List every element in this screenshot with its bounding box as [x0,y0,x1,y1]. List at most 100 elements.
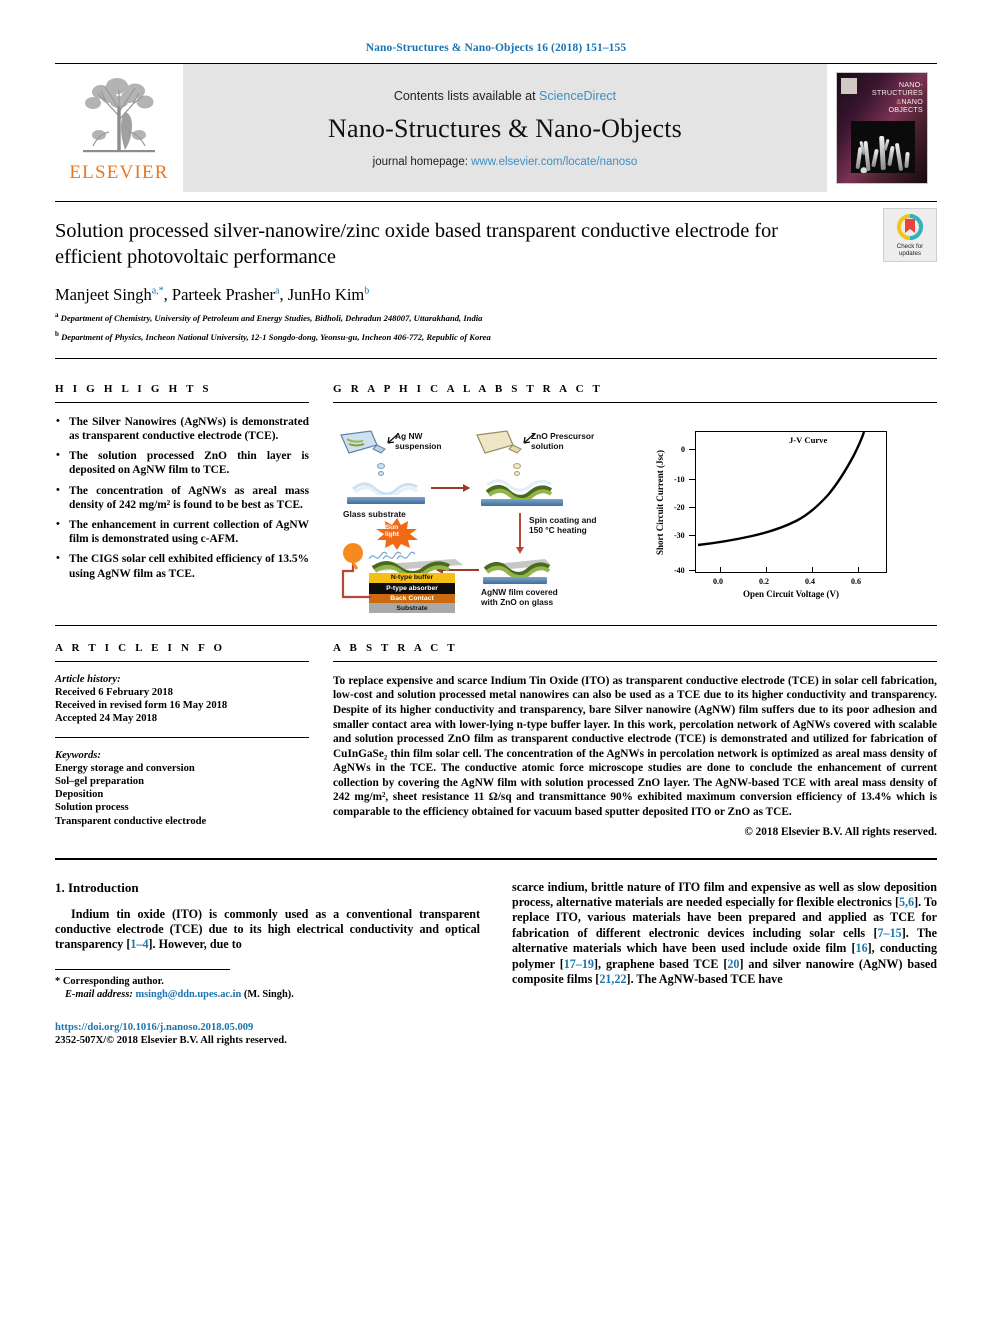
crossmark-line1: Check for [896,243,924,250]
glass-substrate-bar [347,496,425,504]
layer-n-type-buffer-label: N-type buffer [390,573,434,581]
abstract-copyright: © 2018 Elsevier B.V. All rights reserved… [744,825,937,838]
highlight-item: The solution processed ZnO thin layer is… [55,448,309,477]
abstract-text: To replace expensive and scarce Indium T… [333,674,937,819]
lamp-circuit-icon [341,542,371,598]
homepage-prefix: journal homepage: [372,155,472,168]
highlights-section: H I G H L I G H T S The Silver Nanowires… [55,383,309,613]
title-block: Check for updates Solution processed sil… [55,202,937,344]
author-3-name: JunHo Kim [287,285,365,304]
layer-n-type-buffer: N-type buffer [369,572,455,583]
email-suffix: (M. Singh). [243,988,294,1000]
info-abstract-row: A R T I C L E I N F O Article history: R… [55,642,937,838]
corresponding-email[interactable]: msingh@ddn.upes.ac.in [135,989,241,1000]
abstract-heading: A B S T R A C T [333,641,458,654]
affiliation-b-text: Department of Physics, Incheon National … [61,332,491,343]
citation-ref[interactable]: 17–19 [564,957,594,971]
arrow-to-agnw-icon [387,433,399,444]
journal-homepage-link[interactable]: www.elsevier.com/locate/nanoso [471,156,637,168]
keyword-item: Energy storage and conversion [55,762,195,774]
crossmark-line2: updates [898,250,921,257]
article-title: Solution processed silver-nanowire/zinc … [55,220,778,268]
body-top-rule [55,857,937,860]
crossmark-icon [897,214,923,240]
author-1-name: Manjeet Singh [55,285,152,304]
citation-ref[interactable]: 5,6 [899,895,914,909]
jv-plot-frame [695,430,887,573]
article-info-heading: A R T I C L E I N F O [55,641,226,654]
homepage-line: journal homepage: www.elsevier.com/locat… [373,156,638,168]
graphical-abstract-heading: G R A P H I C A L A B S T R A C T [333,382,604,395]
citation-ref[interactable]: 1–4 [130,937,148,951]
history-line: Accepted 24 May 2018 [55,713,158,725]
jv-ytick: -30 [674,530,685,540]
citation-ref[interactable]: 7–15 [878,926,902,940]
keywords-rule [55,736,309,738]
body-columns: 1. Introduction Indium tin oxide (ITO) i… [55,880,937,1048]
agnw-label: Ag NW suspension [395,430,442,451]
citation-ref[interactable]: 16 [856,941,868,955]
journal-title: Nano-Structures & Nano-Objects [327,113,683,143]
author-2-marks: a [275,285,280,297]
corresponding-label: Corresponding author. [62,975,164,987]
jv-xtick: 0.2 [759,576,769,586]
elsevier-wordmark: ELSEVIER [69,162,169,183]
body-column-left: 1. Introduction Indium tin oxide (ITO) i… [55,880,480,1048]
affiliation-a-mark: a [55,311,59,319]
doi-block: https://doi.org/10.1016/j.nanoso.2018.05… [55,1021,480,1048]
sciencedirect-link[interactable]: ScienceDirect [539,89,616,103]
journal-masthead: ELSEVIER Contents lists available at Sci… [55,64,937,192]
jv-x-axis-label: Open Circuit Voltage (V) [742,588,840,599]
jv-ytick: 0 [681,444,685,454]
jv-curve-title: J-V Curve [789,434,828,445]
doi-link[interactable]: https://doi.org/10.1016/j.nanoso.2018.05… [55,1021,480,1034]
crossmark-label: Check for updates [897,243,923,257]
issn-copyright: 2352-507X/© 2018 Elsevier B.V. All right… [55,1035,287,1047]
author-2-name: Parteek Prasher [171,285,275,304]
footnote-rule [55,968,230,970]
graphical-abstract-figure: Ag NW suspension Glass substrate ZnO Pre… [333,417,937,613]
cover-title-l4: OBJECTS [888,105,923,115]
agnw-sheet-icon [352,482,418,495]
jv-ytick: -10 [674,474,685,484]
article-info-rule [55,660,309,662]
spin-coating-label: Spin coating and 150 °C heating [529,514,597,535]
sun-light-label: Sun light [385,523,399,539]
affiliation-b-mark: b [55,330,59,339]
masthead-center: Contents lists available at ScienceDirec… [183,64,827,192]
corresponding-author-note: * Corresponding author. E-mail address: … [55,975,480,1001]
jv-xtick: 0.6 [851,576,861,586]
cover-title: NANO- STRUCTURES &NANO OBJECTS [872,80,923,115]
graphical-bottom-rule [55,624,937,626]
author-1-marks: a,* [151,285,164,297]
section-number: 1. [55,879,65,895]
article-info-section: A R T I C L E I N F O Article history: R… [55,642,309,838]
arrow-to-zno-icon [523,433,535,444]
jv-curve-chart: J-V Curve 0 -10 -20 -30 -40 0.0 0.2 0.4 [637,417,917,613]
keywords-label: Keywords: [55,749,101,761]
layer-substrate-label: Substrate [396,604,428,612]
jv-ytick: -40 [674,565,685,575]
keywords-block: Keywords: Energy storage and conversion … [55,749,309,828]
citation-ref[interactable]: 21,22 [599,972,626,986]
arrow-spin-coating [516,512,524,554]
highlight-item: The concentration of AgNWs as areal mass… [55,483,309,512]
affiliation-b: b Department of Physics, Incheon Nationa… [55,329,937,343]
jv-xtick: 0.4 [805,576,815,586]
glass-substrate-bar-3 [483,576,547,584]
author-3-marks: b [364,285,370,297]
affiliation-a-text: Department of Chemistry, University of P… [60,312,483,323]
crossmark-badge[interactable]: Check for updates [883,208,937,262]
highlights-heading: H I G H L I G H T S [55,382,212,395]
layer-back-contact: Back Contact [369,593,455,603]
citation-ref[interactable]: 20 [727,957,739,971]
article-history-label: Article history: [55,673,121,685]
layer-substrate: Substrate [369,602,455,613]
contents-line: Contents lists available at ScienceDirec… [394,89,616,103]
agnw-zno-film-icon [483,558,551,579]
cover-elsevier-mark [841,78,857,94]
highlight-item: The Silver Nanowires (AgNWs) is demonstr… [55,414,309,443]
zno-precursor-label: ZnO Prescursor solution [531,430,595,451]
jv-xtick: 0.0 [713,576,723,586]
layer-p-type-absorber-label: P-type absorber [386,584,438,592]
